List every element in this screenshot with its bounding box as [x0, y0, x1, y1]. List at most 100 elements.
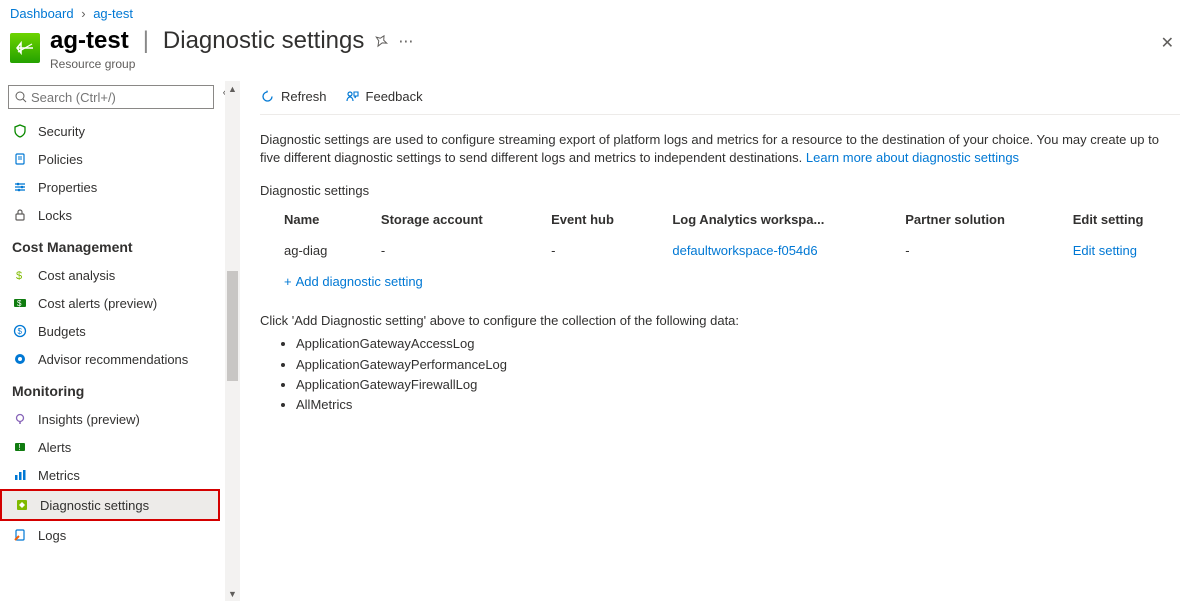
search-input[interactable] [31, 90, 207, 105]
data-types-list: ApplicationGatewayAccessLog ApplicationG… [260, 334, 1180, 415]
resource-type-label: Resource group [50, 57, 1155, 71]
law-link[interactable]: defaultworkspace-f054d6 [672, 243, 817, 258]
sidebar-item-metrics[interactable]: Metrics [0, 461, 220, 489]
close-icon[interactable]: ✕ [1155, 27, 1180, 59]
sidebar-item-budgets[interactable]: $ Budgets [0, 317, 220, 345]
sidebar-item-label: Advisor recommendations [38, 352, 188, 367]
page-title: Diagnostic settings [163, 27, 364, 55]
diagnostic-settings-table: Name Storage account Event hub Log Analy… [260, 204, 1180, 297]
highlighted-nav-item: Diagnostic settings [0, 489, 220, 521]
svg-text:$: $ [17, 299, 22, 308]
shield-icon [12, 123, 28, 139]
resource-group-icon [10, 33, 40, 63]
sidebar: Security Policies Properties Locks Cost … [0, 81, 240, 601]
budget-icon: $ [12, 323, 28, 339]
lightbulb-icon [12, 411, 28, 427]
sidebar-item-alerts[interactable]: ! Alerts [0, 433, 220, 461]
logs-icon [12, 527, 28, 543]
sidebar-item-logs[interactable]: Logs [0, 521, 220, 549]
sidebar-item-label: Cost analysis [38, 268, 115, 283]
pin-icon[interactable] [374, 34, 388, 48]
sidebar-item-policies[interactable]: Policies [0, 145, 220, 173]
sidebar-item-label: Locks [38, 208, 72, 223]
properties-icon [12, 179, 28, 195]
sidebar-item-label: Logs [38, 528, 66, 543]
sidebar-section-cost: Cost Management [0, 229, 220, 261]
cell-partner: - [881, 235, 1048, 266]
search-icon [15, 91, 27, 103]
feedback-icon [345, 89, 360, 104]
sidebar-item-label: Insights (preview) [38, 412, 140, 427]
col-name: Name [260, 204, 357, 235]
sidebar-scrollbar[interactable]: ▲ ▼ [231, 81, 240, 601]
sidebar-item-security[interactable]: Security [0, 117, 220, 145]
feedback-button[interactable]: Feedback [345, 89, 423, 104]
col-edit: Edit setting [1049, 204, 1180, 235]
sidebar-item-label: Properties [38, 180, 97, 195]
refresh-button[interactable]: Refresh [260, 89, 327, 104]
refresh-label: Refresh [281, 89, 327, 104]
cell-name: ag-diag [260, 235, 357, 266]
sidebar-section-monitoring: Monitoring [0, 373, 220, 405]
main-content: Refresh Feedback Diagnostic settings are… [240, 81, 1200, 601]
cell-edit: Edit setting [1049, 235, 1180, 266]
dollar-icon: $ [12, 267, 28, 283]
learn-more-link[interactable]: Learn more about diagnostic settings [806, 150, 1019, 165]
edit-setting-link[interactable]: Edit setting [1073, 243, 1137, 258]
page-header: ag-test | Diagnostic settings ⋯ Resource… [0, 25, 1200, 81]
cell-storage: - [357, 235, 527, 266]
plus-icon: + [284, 274, 292, 289]
scroll-down-icon[interactable]: ▼ [225, 586, 240, 601]
sidebar-item-advisor[interactable]: Advisor recommendations [0, 345, 220, 373]
add-row: +Add diagnostic setting [260, 266, 1180, 297]
table-row[interactable]: ag-diag - - defaultworkspace-f054d6 - Ed… [260, 235, 1180, 266]
document-icon [12, 151, 28, 167]
sidebar-item-label: Security [38, 124, 85, 139]
more-icon[interactable]: ⋯ [398, 32, 413, 50]
metrics-icon [12, 467, 28, 483]
svg-text:$: $ [18, 327, 23, 336]
lock-icon [12, 207, 28, 223]
breadcrumb-current[interactable]: ag-test [93, 6, 133, 21]
sidebar-item-label: Cost alerts (preview) [38, 296, 157, 311]
sidebar-search[interactable] [8, 85, 214, 109]
diagnostic-icon [14, 497, 30, 513]
resource-name: ag-test [50, 27, 129, 55]
description-text: Diagnostic settings are used to configur… [260, 115, 1180, 173]
table-header-row: Name Storage account Event hub Log Analy… [260, 204, 1180, 235]
sidebar-item-insights[interactable]: Insights (preview) [0, 405, 220, 433]
cell-law: defaultworkspace-f054d6 [648, 235, 881, 266]
list-item: AllMetrics [296, 395, 1180, 415]
dollar-alert-icon: $ [12, 295, 28, 311]
add-diagnostic-setting-button[interactable]: +Add diagnostic setting [284, 274, 423, 289]
sidebar-item-cost-analysis[interactable]: $ Cost analysis [0, 261, 220, 289]
col-eventhub: Event hub [527, 204, 648, 235]
sidebar-item-properties[interactable]: Properties [0, 173, 220, 201]
breadcrumb-root[interactable]: Dashboard [10, 6, 74, 21]
sidebar-item-label: Metrics [38, 468, 80, 483]
toolbar: Refresh Feedback [260, 81, 1180, 115]
breadcrumb: Dashboard › ag-test [0, 0, 1200, 25]
scroll-up-icon[interactable]: ▲ [225, 81, 240, 96]
svg-text:$: $ [16, 270, 22, 282]
sidebar-item-diagnostic-settings[interactable]: Diagnostic settings [2, 491, 218, 519]
list-item: ApplicationGatewayFirewallLog [296, 375, 1180, 395]
table-label: Diagnostic settings [260, 173, 1180, 204]
col-partner: Partner solution [881, 204, 1048, 235]
sidebar-item-label: Alerts [38, 440, 71, 455]
list-item: ApplicationGatewayPerformanceLog [296, 355, 1180, 375]
sidebar-item-locks[interactable]: Locks [0, 201, 220, 229]
footer-text: Click 'Add Diagnostic setting' above to … [260, 297, 1180, 334]
sidebar-item-cost-alerts[interactable]: $ Cost alerts (preview) [0, 289, 220, 317]
chevron-right-icon: › [81, 6, 85, 21]
alerts-icon: ! [12, 439, 28, 455]
scroll-thumb[interactable] [227, 271, 238, 381]
refresh-icon [260, 89, 275, 104]
list-item: ApplicationGatewayAccessLog [296, 334, 1180, 354]
col-storage: Storage account [357, 204, 527, 235]
col-law: Log Analytics workspa... [648, 204, 881, 235]
feedback-label: Feedback [366, 89, 423, 104]
sidebar-item-label: Diagnostic settings [40, 498, 149, 513]
svg-text:!: ! [19, 443, 21, 452]
sidebar-item-label: Budgets [38, 324, 86, 339]
